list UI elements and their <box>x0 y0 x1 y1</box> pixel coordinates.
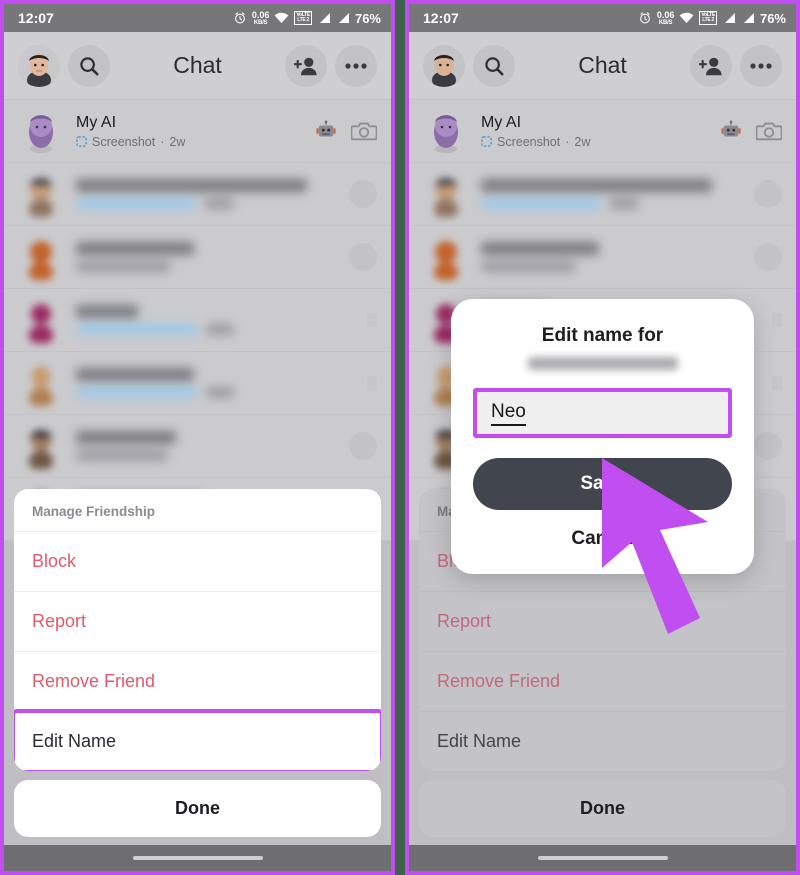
manage-friendship-sheet: Manage Friendship Block Report Remove Fr… <box>14 489 381 837</box>
edit-name-input-value: Neo <box>491 401 526 426</box>
save-button[interactable]: Save <box>473 458 732 510</box>
add-friend-icon[interactable] <box>690 44 732 87</box>
signal-bars-icon <box>743 13 754 23</box>
volte-icon: VoLTE LTE 2 <box>294 11 312 25</box>
sheet-item-report[interactable]: Report <box>419 592 786 652</box>
phone-screenshot-right: 12:07 0.06 KB/S VoLTE LTE 2 76% Chat My … <box>405 0 800 875</box>
status-time: 12:07 <box>423 10 459 26</box>
avatar <box>18 234 64 282</box>
cancel-button[interactable]: Cancel <box>473 528 732 554</box>
edit-name-input-highlight: Neo <box>473 388 732 438</box>
wifi-icon <box>680 12 694 23</box>
alarm-clock-icon <box>234 12 245 24</box>
chat-time: 2w <box>169 134 186 149</box>
row-action-icon[interactable] <box>772 313 782 327</box>
chat-row-my-ai[interactable]: My AI Screenshot · 2w <box>409 100 796 163</box>
app-header: Chat <box>4 32 391 100</box>
screenshot-icon <box>76 136 87 147</box>
chat-status: Screenshot · 2w <box>481 135 710 149</box>
more-options-icon[interactable] <box>740 44 782 87</box>
chat-row[interactable] <box>4 415 391 478</box>
screenshot-icon <box>481 136 492 147</box>
battery-percent: 76% <box>354 10 381 26</box>
row-action-icon[interactable] <box>349 243 377 271</box>
status-time: 12:07 <box>18 10 54 26</box>
chat-list: My AI Screenshot · 2w <box>4 100 391 541</box>
row-action-icon[interactable] <box>349 180 377 208</box>
chat-row[interactable] <box>409 226 796 289</box>
sheet-item-remove-friend[interactable]: Remove Friend <box>419 652 786 712</box>
avatar <box>423 234 469 282</box>
dialog-username-blurred <box>527 357 678 370</box>
screenshot-stage: 12:07 0.06 KB/S VoLTE LTE 2 76% Chat My … <box>0 0 800 875</box>
battery-percent: 76% <box>759 10 786 26</box>
row-action-icon[interactable] <box>367 376 377 390</box>
sheet-item-report[interactable]: Report <box>14 592 381 652</box>
chat-status: Screenshot · 2w <box>76 135 305 149</box>
row-action-icon[interactable] <box>754 243 782 271</box>
chat-status-text: Screenshot <box>92 134 156 149</box>
profile-avatar[interactable] <box>18 44 60 87</box>
sheet-item-remove-friend[interactable]: Remove Friend <box>14 652 381 712</box>
search-icon[interactable] <box>473 44 515 87</box>
profile-avatar[interactable] <box>423 44 465 87</box>
app-header: Chat <box>409 32 796 100</box>
chat-time: 2w <box>574 134 591 149</box>
sheet-item-edit-name[interactable]: Edit Name <box>419 712 786 771</box>
chat-row[interactable] <box>4 163 391 226</box>
robot-icon[interactable] <box>315 120 337 142</box>
camera-icon[interactable] <box>756 119 782 143</box>
chat-row[interactable] <box>409 163 796 226</box>
status-bar: 12:07 0.06 KB/S VoLTE LTE 2 76% <box>4 4 391 32</box>
row-action-icon[interactable] <box>754 180 782 208</box>
sheet-done-button[interactable]: Done <box>419 780 786 837</box>
phone-screenshot-left: 12:07 0.06 KB/S VoLTE LTE 2 76% Chat My … <box>0 0 395 875</box>
wifi-icon <box>275 12 289 23</box>
signal-bars-icon <box>724 13 735 23</box>
add-friend-icon[interactable] <box>285 44 327 87</box>
sheet-title: Manage Friendship <box>14 489 381 532</box>
row-action-icon[interactable] <box>772 376 782 390</box>
signal-bars-icon <box>319 13 330 23</box>
edit-name-dialog: Edit name for Neo Save Cancel <box>451 299 754 574</box>
avatar <box>18 423 64 471</box>
avatar <box>423 108 469 154</box>
status-bar: 12:07 0.06 KB/S VoLTE LTE 2 76% <box>409 4 796 32</box>
chat-row[interactable] <box>4 352 391 415</box>
avatar <box>18 297 64 345</box>
row-action-icon[interactable] <box>367 313 377 327</box>
robot-icon[interactable] <box>720 120 742 142</box>
row-action-icon[interactable] <box>754 432 782 460</box>
home-indicator <box>4 845 391 871</box>
chat-row-my-ai[interactable]: My AI Screenshot · 2w <box>4 100 391 163</box>
volte-icon: VoLTE LTE 2 <box>699 11 717 25</box>
chat-name: My AI <box>481 113 522 131</box>
avatar <box>423 171 469 219</box>
chat-row[interactable] <box>4 289 391 352</box>
chat-status-text: Screenshot <box>497 134 561 149</box>
chat-status-separator: · <box>160 134 165 149</box>
signal-bars-icon <box>338 13 349 23</box>
dialog-title: Edit name for <box>541 325 664 346</box>
row-action-icon[interactable] <box>349 432 377 460</box>
network-speed: 0.06 KB/S <box>656 9 675 26</box>
avatar <box>18 171 64 219</box>
chat-row[interactable] <box>4 226 391 289</box>
network-speed: 0.06 KB/S <box>251 9 270 26</box>
more-options-icon[interactable] <box>335 44 377 87</box>
sheet-item-edit-name[interactable]: Edit Name <box>14 709 381 771</box>
home-indicator <box>409 845 796 871</box>
alarm-clock-icon <box>639 12 650 24</box>
chat-status-separator: · <box>565 134 570 149</box>
chat-name: My AI <box>76 113 117 131</box>
sheet-item-block[interactable]: Block <box>14 532 381 592</box>
camera-icon[interactable] <box>351 119 377 143</box>
edit-name-input[interactable]: Neo <box>477 392 728 434</box>
sheet-done-button[interactable]: Done <box>14 780 381 837</box>
avatar <box>18 360 64 408</box>
search-icon[interactable] <box>68 44 110 87</box>
avatar <box>18 108 64 154</box>
